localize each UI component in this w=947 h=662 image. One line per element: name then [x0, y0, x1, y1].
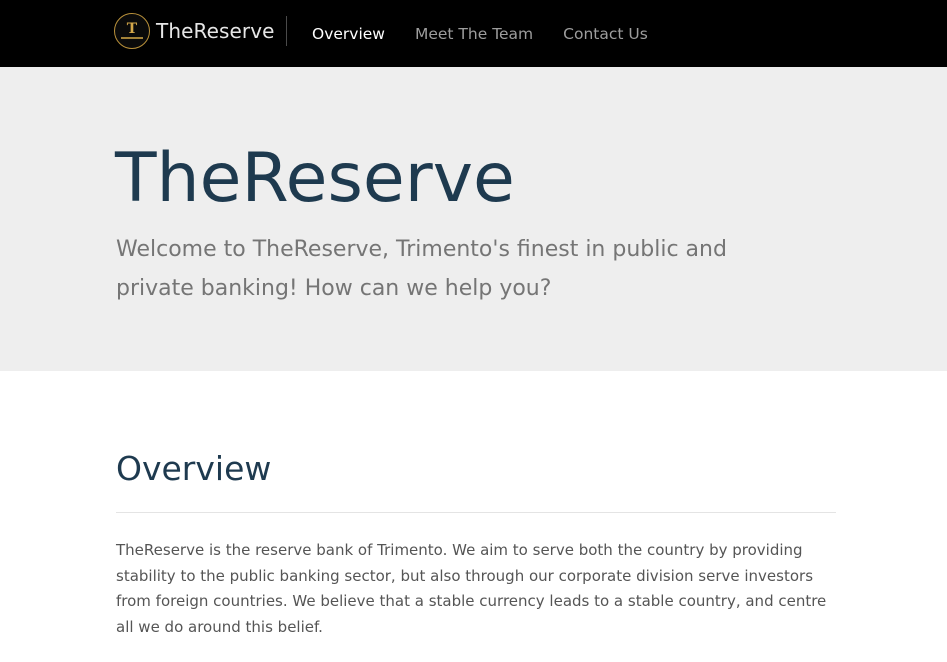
hero-subtitle: Welcome to TheReserve, Trimento's finest… — [116, 237, 727, 301]
brand-name: TheReserve — [156, 19, 275, 43]
top-navbar: T TheReserve Overview Meet The Team Cont… — [0, 0, 947, 67]
overview-heading: Overview — [116, 449, 272, 488]
nav-link-overview[interactable]: Overview — [312, 25, 385, 43]
nav-divider — [286, 16, 287, 46]
hero-jumbotron: TheReserve Welcome to TheReserve, Trimen… — [0, 67, 947, 371]
hero-title: TheReserve — [115, 139, 515, 218]
brand-link[interactable]: T TheReserve — [114, 13, 275, 49]
overview-body: TheReserve is the reserve bank of Trimen… — [116, 541, 827, 636]
nav-link-contact-us[interactable]: Contact Us — [563, 25, 648, 43]
nav-link-meet-the-team[interactable]: Meet The Team — [415, 25, 533, 43]
reserve-logo-icon: T — [114, 13, 150, 49]
nav-links: Overview Meet The Team Contact Us — [312, 0, 678, 67]
section-divider — [116, 512, 836, 513]
